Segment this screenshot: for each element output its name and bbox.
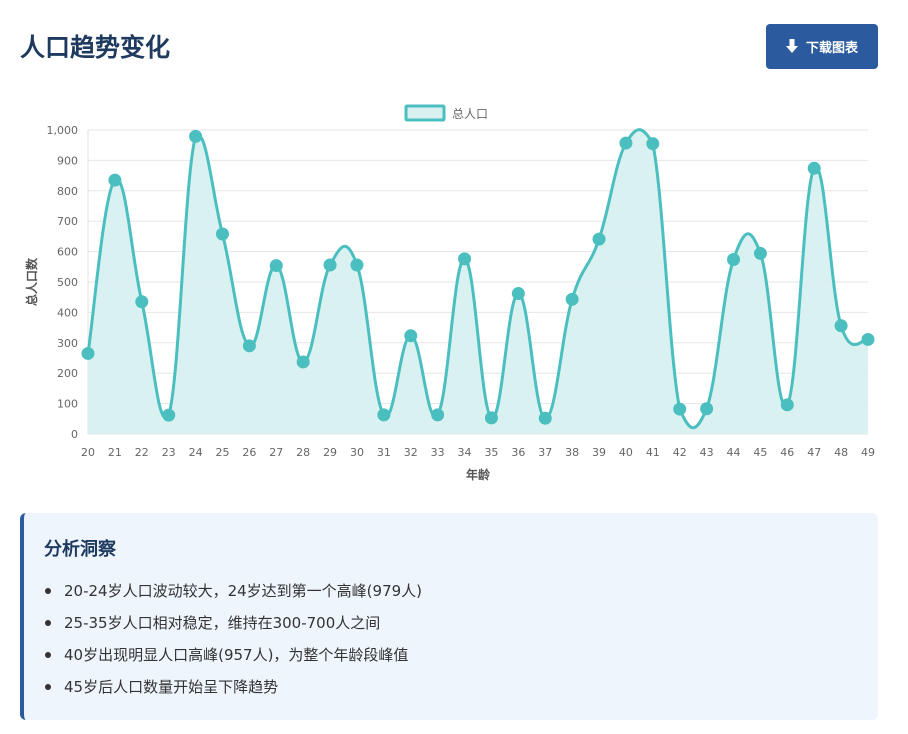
bullet-icon bbox=[45, 652, 51, 658]
x-tick-label: 49 bbox=[861, 446, 875, 459]
x-tick-label: 46 bbox=[780, 446, 794, 459]
x-tick-label: 22 bbox=[135, 446, 149, 459]
x-tick-label: 40 bbox=[619, 446, 633, 459]
insight-item: 40岁出现明显人口高峰(957人)，为整个年龄段峰值 bbox=[44, 639, 858, 671]
y-axis-title: 总人口数 bbox=[24, 257, 39, 306]
y-tick-label: 600 bbox=[57, 246, 78, 259]
data-point[interactable] bbox=[431, 408, 445, 422]
x-tick-label: 43 bbox=[700, 446, 714, 459]
legend-swatch[interactable] bbox=[404, 104, 446, 122]
data-point[interactable] bbox=[673, 402, 687, 416]
legend-label: 总人口 bbox=[452, 107, 488, 121]
x-tick-label: 45 bbox=[753, 446, 767, 459]
x-tick-label: 29 bbox=[323, 446, 337, 459]
data-point[interactable] bbox=[861, 332, 875, 346]
data-point[interactable] bbox=[404, 329, 418, 343]
population-chart: 0 100 200 300 400 500 600 700 800 900 1,000 20 21 22 2… bbox=[24, 104, 875, 482]
y-tick-label: 1,000 bbox=[47, 124, 79, 137]
x-tick-label: 47 bbox=[807, 446, 821, 459]
bullet-icon bbox=[45, 684, 51, 690]
insight-item-text: 45岁后人口数量开始呈下降趋势 bbox=[64, 678, 279, 696]
x-tick-label: 27 bbox=[269, 446, 283, 459]
data-point[interactable] bbox=[458, 252, 472, 266]
data-point[interactable] bbox=[377, 408, 391, 422]
y-tick-label: 700 bbox=[57, 215, 78, 228]
page-title: 人口趋势变化 bbox=[20, 33, 171, 62]
x-tick-label: 48 bbox=[834, 446, 848, 459]
data-point[interactable] bbox=[484, 411, 498, 425]
y-tick-label: 300 bbox=[57, 337, 78, 350]
data-point[interactable] bbox=[108, 173, 122, 187]
x-tick-label: 33 bbox=[431, 446, 445, 459]
y-tick-label: 500 bbox=[57, 276, 78, 289]
x-tick-label: 38 bbox=[565, 446, 579, 459]
x-tick-label: 37 bbox=[538, 446, 552, 459]
x-tick-label: 28 bbox=[296, 446, 310, 459]
y-tick-label: 400 bbox=[57, 306, 78, 319]
y-tick-label: 100 bbox=[57, 398, 78, 411]
data-point[interactable] bbox=[323, 258, 337, 272]
data-point[interactable] bbox=[619, 136, 633, 150]
x-tick-label: 39 bbox=[592, 446, 606, 459]
x-tick-label: 23 bbox=[162, 446, 176, 459]
y-tick-label: 800 bbox=[57, 185, 78, 198]
data-point[interactable] bbox=[592, 232, 606, 246]
x-tick-label: 44 bbox=[727, 446, 741, 459]
insight-item: 45岁后人口数量开始呈下降趋势 bbox=[44, 671, 858, 703]
data-point[interactable] bbox=[646, 137, 660, 151]
x-tick-label: 25 bbox=[215, 446, 229, 459]
data-point[interactable] bbox=[135, 295, 149, 309]
insight-panel: 分析洞察 20-24岁人口波动较大，24岁达到第一个高峰(979人) 25-35… bbox=[20, 513, 878, 720]
data-point[interactable] bbox=[189, 129, 203, 143]
y-tick-label: 0 bbox=[71, 428, 78, 441]
data-point[interactable] bbox=[242, 339, 256, 353]
data-point[interactable] bbox=[780, 398, 794, 412]
data-point[interactable] bbox=[296, 355, 310, 369]
bullet-icon bbox=[45, 620, 51, 626]
x-tick-label: 21 bbox=[108, 446, 122, 459]
x-tick-label: 41 bbox=[646, 446, 660, 459]
data-point[interactable] bbox=[565, 292, 579, 306]
insight-item: 20-24岁人口波动较大，24岁达到第一个高峰(979人) bbox=[44, 575, 858, 607]
data-point[interactable] bbox=[81, 346, 95, 360]
data-point[interactable] bbox=[538, 411, 552, 425]
x-tick-label: 26 bbox=[242, 446, 256, 459]
data-point[interactable] bbox=[700, 402, 714, 416]
data-point[interactable] bbox=[727, 253, 741, 267]
data-point[interactable] bbox=[807, 161, 821, 175]
data-point[interactable] bbox=[511, 287, 525, 301]
x-tick-label: 30 bbox=[350, 446, 364, 459]
insight-item-text: 25-35岁人口相对稳定，维持在300-700人之间 bbox=[64, 614, 381, 632]
y-tick-label: 200 bbox=[57, 367, 78, 380]
x-tick-label: 42 bbox=[673, 446, 687, 459]
arrow-down-icon bbox=[785, 38, 798, 54]
x-tick-label: 35 bbox=[484, 446, 498, 459]
insight-item: 25-35岁人口相对稳定，维持在300-700人之间 bbox=[44, 607, 858, 639]
data-point[interactable] bbox=[215, 227, 229, 241]
x-tick-label: 32 bbox=[404, 446, 418, 459]
download-button-label: 下载图表 bbox=[805, 40, 858, 56]
insight-list: 20-24岁人口波动较大，24岁达到第一个高峰(979人) 25-35岁人口相对… bbox=[44, 575, 858, 703]
x-tick-label: 34 bbox=[458, 446, 472, 459]
data-point[interactable] bbox=[834, 319, 848, 333]
x-tick-label: 31 bbox=[377, 446, 391, 459]
page: 人口趋势变化 下载图表 0 100 200 300 400 500 600 700 800 900… bbox=[0, 0, 908, 734]
data-point[interactable] bbox=[269, 259, 283, 273]
data-point[interactable] bbox=[753, 246, 767, 260]
insight-title: 分析洞察 bbox=[44, 539, 116, 560]
data-point[interactable] bbox=[350, 258, 364, 272]
x-tick-label: 20 bbox=[81, 446, 95, 459]
x-axis-title: 年龄 bbox=[466, 467, 491, 482]
bullet-icon bbox=[45, 588, 51, 594]
insight-item-text: 40岁出现明显人口高峰(957人)，为整个年龄段峰值 bbox=[64, 646, 409, 664]
x-tick-label: 24 bbox=[189, 446, 203, 459]
chart-container: 0 100 200 300 400 500 600 700 800 900 1,000 20 21 22 2… bbox=[20, 95, 888, 485]
x-tick-label: 36 bbox=[511, 446, 525, 459]
header: 人口趋势变化 下载图表 bbox=[20, 22, 878, 70]
data-point[interactable] bbox=[162, 408, 176, 422]
insight-item-text: 20-24岁人口波动较大，24岁达到第一个高峰(979人) bbox=[64, 582, 423, 600]
y-tick-label: 900 bbox=[57, 154, 78, 167]
download-chart-button[interactable]: 下载图表 bbox=[765, 23, 878, 69]
